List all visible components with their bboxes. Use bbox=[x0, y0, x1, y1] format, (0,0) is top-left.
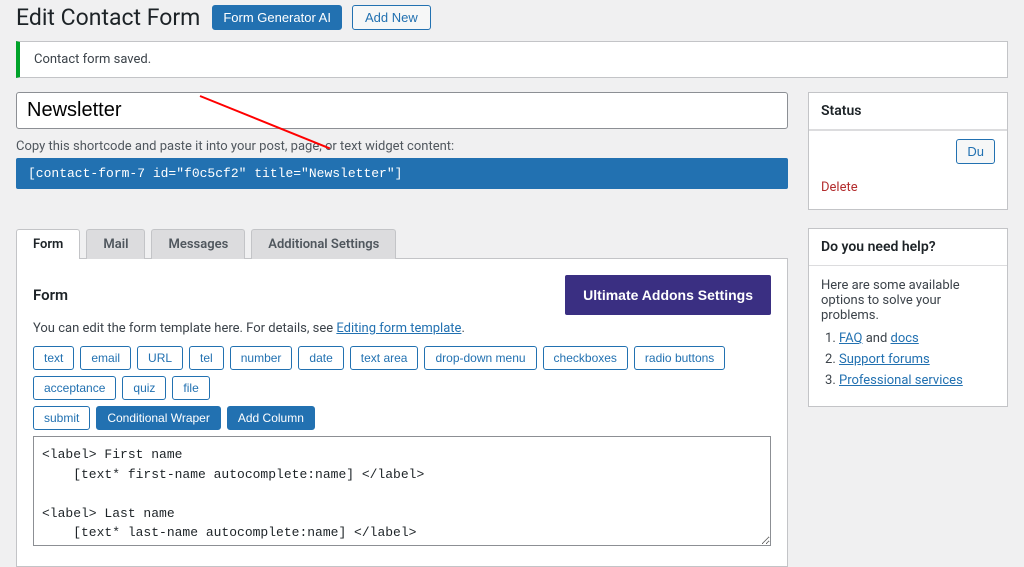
help-link-docs[interactable]: docs bbox=[891, 331, 919, 346]
status-box-title: Status bbox=[809, 93, 1007, 130]
help-link-faq[interactable]: FAQ bbox=[839, 331, 862, 346]
tag-radio-buttons[interactable]: radio buttons bbox=[634, 346, 725, 370]
tag-drop-down-menu[interactable]: drop-down menu bbox=[424, 346, 536, 370]
help-item: Professional services bbox=[839, 373, 995, 388]
add-new-button[interactable]: Add New bbox=[352, 5, 431, 30]
tag-text[interactable]: text bbox=[33, 346, 74, 370]
tag-url[interactable]: URL bbox=[137, 346, 183, 370]
page-title: Edit Contact Form bbox=[16, 4, 200, 31]
delete-link[interactable]: Delete bbox=[809, 172, 1007, 209]
panel-title: Form bbox=[33, 286, 68, 304]
tag-row: textemailURLtelnumberdate text areadrop-d… bbox=[33, 346, 771, 400]
tag-acceptance[interactable]: acceptance bbox=[33, 376, 116, 400]
shortcode-box[interactable]: [contact-form-7 id="f0c5cf2" title="News… bbox=[16, 158, 788, 189]
form-template-textarea[interactable] bbox=[33, 436, 771, 546]
tag-conditional-wraper[interactable]: Conditional Wraper bbox=[96, 406, 221, 430]
tab-additional-settings[interactable]: Additional Settings bbox=[251, 229, 396, 259]
tag-text-area[interactable]: text area bbox=[350, 346, 419, 370]
help-box: Do you need help? Here are some availabl… bbox=[808, 228, 1008, 407]
help-intro: Here are some available options to solve… bbox=[821, 278, 995, 323]
help-link-support-forums[interactable]: Support forums bbox=[839, 352, 930, 367]
tag-file[interactable]: file bbox=[172, 376, 209, 400]
tabs: FormMailMessagesAdditional Settings bbox=[16, 229, 788, 259]
tag-tel[interactable]: tel bbox=[189, 346, 224, 370]
form-title-input[interactable] bbox=[16, 92, 788, 129]
duplicate-button[interactable]: Du bbox=[956, 139, 995, 164]
help-item: Support forums bbox=[839, 352, 995, 367]
ultimate-addons-settings-button[interactable]: Ultimate Addons Settings bbox=[565, 275, 771, 315]
tag-row: submitConditional WraperAdd Column bbox=[33, 406, 771, 430]
tag-number[interactable]: number bbox=[230, 346, 293, 370]
form-generator-ai-button[interactable]: Form Generator AI bbox=[212, 5, 342, 30]
editing-form-template-link[interactable]: Editing form template bbox=[336, 321, 461, 336]
success-notice: Contact form saved. bbox=[16, 41, 1008, 78]
help-item: FAQ and docs bbox=[839, 331, 995, 346]
tab-form[interactable]: Form bbox=[16, 229, 80, 259]
tag-quiz[interactable]: quiz bbox=[122, 376, 166, 400]
tag-checkboxes[interactable]: checkboxes bbox=[543, 346, 628, 370]
help-link-professional-services[interactable]: Professional services bbox=[839, 373, 963, 388]
tab-messages[interactable]: Messages bbox=[151, 229, 245, 259]
form-panel: Form Ultimate Addons Settings You can ed… bbox=[16, 258, 788, 567]
help-box-title: Do you need help? bbox=[809, 229, 1007, 266]
status-box: Status Du Delete bbox=[808, 92, 1008, 210]
help-list: FAQ and docs Support forums Professional s… bbox=[821, 331, 995, 388]
tag-email[interactable]: email bbox=[80, 346, 131, 370]
tag-add-column[interactable]: Add Column bbox=[227, 406, 315, 430]
tab-mail[interactable]: Mail bbox=[86, 229, 145, 259]
panel-description: You can edit the form template here. For… bbox=[33, 321, 771, 336]
shortcode-hint: Copy this shortcode and paste it into yo… bbox=[16, 139, 788, 154]
tag-submit[interactable]: submit bbox=[33, 406, 90, 430]
tag-date[interactable]: date bbox=[298, 346, 343, 370]
